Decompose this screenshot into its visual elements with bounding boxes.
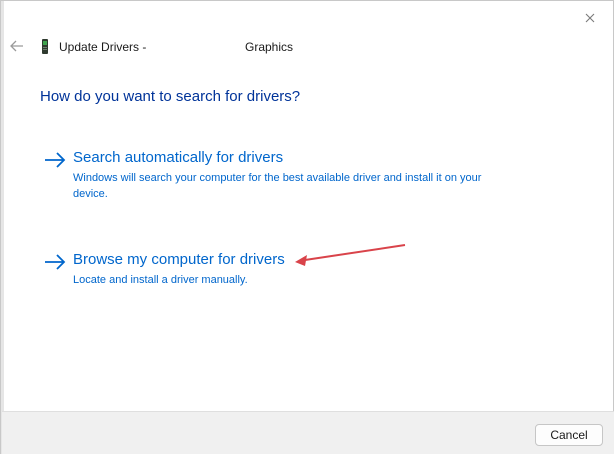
back-button[interactable] [8, 37, 26, 55]
option-description: Windows will search your computer for th… [73, 172, 482, 200]
back-arrow-icon [10, 40, 23, 52]
right-arrow-icon [45, 152, 66, 168]
close-button[interactable] [579, 7, 601, 29]
update-drivers-window: Update Drivers - Graphics How do you wan… [0, 0, 614, 454]
option-title: Search automatically for drivers [73, 149, 284, 166]
page-heading: How do you want to search for drivers? [40, 88, 301, 105]
graphics-device-icon [42, 39, 48, 54]
cancel-button[interactable]: Cancel [535, 424, 603, 446]
title-bar: Update Drivers - Graphics [1, 33, 614, 61]
option-title: Browse my computer for drivers [73, 251, 285, 268]
search-automatically-option[interactable]: Search automatically for drivers Windows… [43, 149, 523, 200]
close-icon [585, 13, 595, 23]
window-title: Update Drivers - [59, 40, 147, 54]
right-arrow-icon [45, 254, 66, 270]
window-edge [1, 1, 4, 454]
device-name: Graphics [245, 40, 294, 54]
dialog-footer: Cancel [2, 411, 614, 454]
browse-computer-option[interactable]: Browse my computer for drivers Locate an… [43, 251, 523, 287]
annotation-arrow [295, 244, 406, 266]
option-description: Locate and install a driver manually. [73, 274, 248, 286]
